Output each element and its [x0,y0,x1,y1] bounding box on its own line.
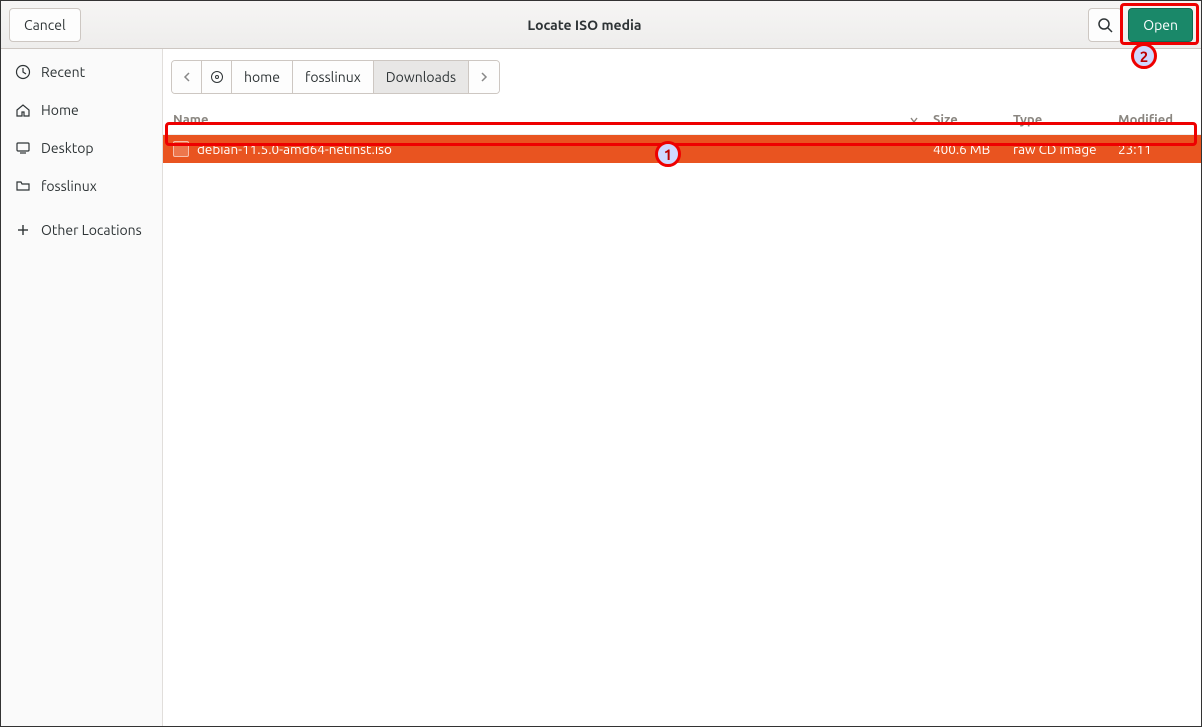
clock-icon [15,64,31,80]
column-name[interactable]: Name [173,113,933,127]
path-segment-home[interactable]: home [232,61,293,93]
sidebar-item-home[interactable]: Home [1,91,162,129]
header-bar: Cancel Locate ISO media Open [1,1,1201,49]
column-size[interactable]: Size [933,113,1013,127]
sidebar-item-label: Desktop [41,140,94,156]
path-disk-button[interactable] [202,61,232,93]
home-icon [15,102,31,118]
sidebar-item-recent[interactable]: Recent [1,53,162,91]
chevron-right-icon [479,72,489,82]
chevron-left-icon [182,72,192,82]
disk-icon [210,70,224,84]
folder-icon [15,178,31,194]
file-name: debian-11.5.0-amd64-netinst.iso [197,141,392,157]
path-bar: home fosslinux Downloads [163,49,1201,105]
sort-desc-icon [909,115,919,125]
path-segment-fosslinux[interactable]: fosslinux [293,61,374,93]
search-button[interactable] [1088,8,1122,42]
sidebar-item-label: Recent [41,64,85,80]
open-button[interactable]: Open [1128,8,1193,42]
sidebar-item-desktop[interactable]: Desktop [1,129,162,167]
plus-icon [15,222,31,238]
list-header: Name Size Type Modified [163,105,1201,135]
search-icon [1097,17,1113,33]
sidebar-item-label: fosslinux [41,178,97,194]
path-forward-button[interactable] [469,61,499,93]
sidebar: Recent Home Desktop fosslinux Other Loca… [1,49,163,726]
sidebar-item-fosslinux[interactable]: fosslinux [1,167,162,205]
sidebar-item-other-locations[interactable]: Other Locations [1,211,162,249]
main-panel: home fosslinux Downloads Name Size Type … [163,49,1201,726]
breadcrumb: home fosslinux Downloads [171,60,500,94]
path-back-button[interactable] [172,61,202,93]
file-type: raw CD image [1013,141,1118,157]
path-segment-downloads[interactable]: Downloads [374,61,469,93]
file-row[interactable]: debian-11.5.0-amd64-netinst.iso 400.6 MB… [163,135,1201,163]
dialog-title: Locate ISO media [81,17,1089,33]
sidebar-item-label: Other Locations [41,222,142,238]
desktop-icon [15,140,31,156]
content-area: Recent Home Desktop fosslinux Other Loca… [1,49,1201,726]
iso-file-icon [173,141,189,157]
sidebar-item-label: Home [41,102,79,118]
file-modified: 23:11 [1118,141,1193,157]
column-type[interactable]: Type [1013,113,1118,127]
file-size: 400.6 MB [933,141,1013,157]
cancel-button[interactable]: Cancel [9,8,81,42]
column-modified[interactable]: Modified [1118,113,1193,127]
